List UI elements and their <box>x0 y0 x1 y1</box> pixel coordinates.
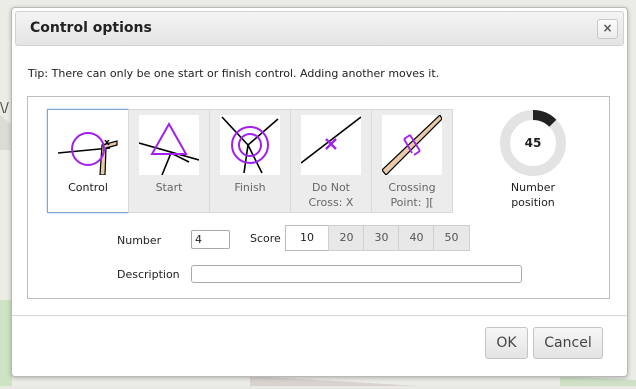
do-not-cross-icon <box>301 116 361 164</box>
score-option-40[interactable]: 40 <box>398 225 435 251</box>
type-crossing-point-label: Crossing Point: ][ <box>388 181 436 209</box>
crossing-point-icon <box>382 115 442 175</box>
svg-text:\/: \/ <box>0 101 9 116</box>
close-icon: × <box>602 21 613 35</box>
score-option-20[interactable]: 20 <box>328 225 365 251</box>
start-triangle-icon <box>139 121 199 175</box>
finish-double-circle-icon <box>221 116 279 174</box>
score-option-50[interactable]: 50 <box>433 225 470 251</box>
type-control-button[interactable]: x Control <box>47 109 129 213</box>
control-options-dialog: Control options × Tip: There can only be… <box>11 7 628 377</box>
type-do-not-cross-label: Do Not Cross: X <box>308 181 354 209</box>
footer-divider <box>12 315 627 316</box>
dialog-title: Control options <box>30 20 152 36</box>
number-position-value: 45 <box>524 136 542 150</box>
number-label: Number <box>117 234 162 247</box>
type-do-not-cross-button[interactable]: Do Not Cross: X <box>290 109 372 213</box>
tip-text: Tip: There can only be one start or fini… <box>28 67 440 80</box>
type-start-label: Start <box>155 181 183 194</box>
score-option-30[interactable]: 30 <box>363 225 400 251</box>
type-control-label: Control <box>68 181 108 194</box>
dialog-titlebar: Control options × <box>15 11 624 46</box>
type-start-button[interactable]: Start <box>128 109 210 213</box>
ok-button[interactable]: OK <box>485 327 528 359</box>
type-crossing-point-button[interactable]: Crossing Point: ][ <box>371 109 453 213</box>
score-label: Score <box>250 232 281 245</box>
close-button[interactable]: × <box>597 19 618 39</box>
control-fieldset: x Control Start Finish Do Not Cross: X C… <box>27 96 610 299</box>
cancel-button[interactable]: Cancel <box>533 327 603 359</box>
score-option-10[interactable]: 10 <box>285 225 329 251</box>
number-input[interactable]: 4 <box>191 230 230 249</box>
description-label: Description <box>117 268 180 281</box>
description-input[interactable] <box>191 265 522 283</box>
control-circle-icon: x <box>58 132 118 175</box>
svg-text:x: x <box>104 138 110 148</box>
type-finish-button[interactable]: Finish <box>209 109 291 213</box>
type-finish-label: Finish <box>234 181 266 194</box>
number-position-label: Number position <box>510 181 556 209</box>
number-position-dial[interactable]: 45 <box>500 110 566 176</box>
